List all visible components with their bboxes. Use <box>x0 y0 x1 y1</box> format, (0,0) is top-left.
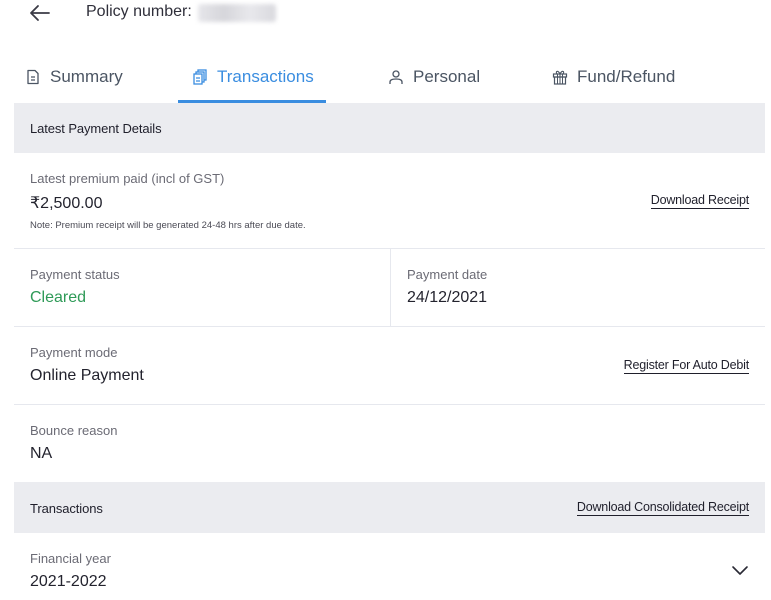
download-consolidated-receipt-link[interactable]: Download Consolidated Receipt <box>576 500 749 516</box>
tab-personal-label: Personal <box>413 67 481 86</box>
user-icon <box>389 70 403 84</box>
tab-bar: Summary Transactions Personal Fund/Refun… <box>0 58 771 103</box>
tab-fund-refund-label: Fund/Refund <box>577 67 676 86</box>
tab-fund-refund[interactable]: Fund/Refund <box>552 58 675 103</box>
back-button[interactable] <box>28 2 52 24</box>
status-date-row: Payment status Cleared Payment date 24/1… <box>14 249 765 327</box>
policy-number-label: Policy number: <box>86 3 192 20</box>
latest-payment-details-header: Latest Payment Details <box>14 103 765 153</box>
download-receipt-link[interactable]: Download Receipt <box>650 193 749 209</box>
financial-year-dropdown[interactable]: Financial year 2021-2022 <box>14 533 765 600</box>
payment-status-label: Payment status <box>30 267 120 282</box>
payment-status-value: Cleared <box>30 289 87 306</box>
transactions-header: Transactions Download Consolidated Recei… <box>14 482 765 533</box>
tab-summary[interactable]: Summary <box>25 58 123 103</box>
gift-icon <box>552 70 568 85</box>
top-bar: Policy number: <box>0 0 771 28</box>
payment-mode-label: Payment mode <box>30 345 118 360</box>
arrow-left-icon <box>30 5 50 21</box>
premium-row: Latest premium paid (incl of GST) ₹2,500… <box>14 153 765 249</box>
document-icon <box>27 69 39 85</box>
column-divider <box>390 249 391 326</box>
financial-year-label: Financial year <box>30 551 111 566</box>
payment-date-value: 24/12/2021 <box>407 289 488 306</box>
financial-year-value: 2021-2022 <box>30 573 107 590</box>
section-title: Latest Payment Details <box>30 121 162 136</box>
tab-transactions-label: Transactions <box>217 67 314 86</box>
tab-summary-label: Summary <box>50 67 123 86</box>
payment-mode-value: Online Payment <box>30 367 144 384</box>
receipt-note: Note: Premium receipt will be generated … <box>30 220 306 231</box>
register-auto-debit-link[interactable]: Register For Auto Debit <box>623 358 749 374</box>
policy-number-value-redacted <box>198 4 276 22</box>
tab-personal[interactable]: Personal <box>388 58 480 103</box>
bounce-reason-row: Bounce reason NA <box>14 405 765 482</box>
payment-mode-row: Payment mode Online Payment Register For… <box>14 327 765 405</box>
premium-value: ₹2,500.00 <box>30 195 103 212</box>
stacked-documents-icon <box>193 69 207 85</box>
payment-date-label: Payment date <box>407 267 488 282</box>
section-title: Transactions <box>30 501 103 516</box>
bounce-reason-value: NA <box>30 445 53 462</box>
premium-label: Latest premium paid (incl of GST) <box>30 171 225 186</box>
tab-transactions[interactable]: Transactions <box>178 58 326 103</box>
chevron-down-icon[interactable] <box>731 565 749 577</box>
bounce-reason-label: Bounce reason <box>30 423 118 438</box>
